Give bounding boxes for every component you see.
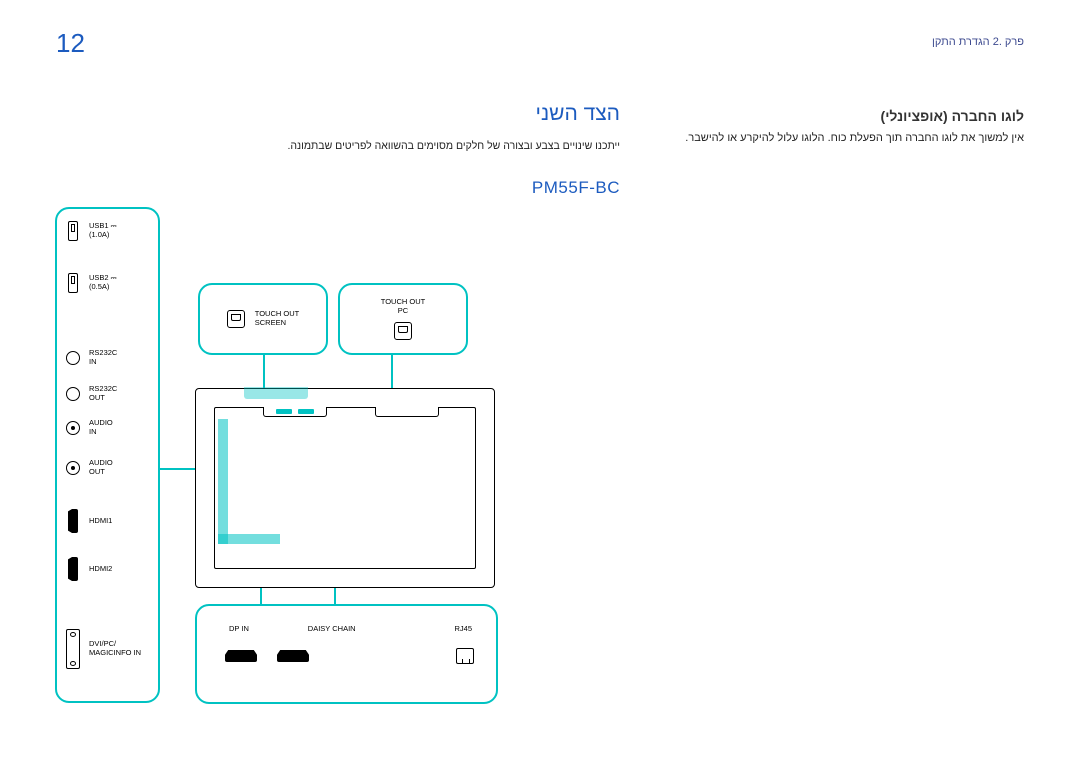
port-label: DVI/PC/ MAGICINFO IN	[89, 640, 141, 657]
port-label: USB2 ⎓ (0.5A)	[89, 274, 117, 291]
rj45-label: RJ45	[454, 624, 472, 633]
port-label: USB1 ⎓ (1.0A)	[89, 222, 117, 239]
leader-line	[263, 355, 265, 389]
port-label: RS232C IN	[89, 349, 117, 366]
highlight-region	[218, 534, 280, 544]
page-number: 12	[56, 28, 85, 59]
port-audio-in: AUDIO IN	[57, 419, 158, 436]
bottom-port-box: DP IN DAISY CHAIN RJ45	[195, 604, 498, 704]
port-usb2: USB2 ⎓ (0.5A)	[57, 273, 158, 293]
port-rs232c-out: RS232C OUT	[57, 385, 158, 402]
hdmi-icon	[68, 557, 78, 581]
port-audio-out: AUDIO OUT	[57, 459, 158, 476]
port-dvi: DVI/PC/ MAGICINFO IN	[57, 629, 158, 669]
touch-out-pc-box: TOUCH OUT PC	[338, 283, 468, 355]
jack-icon	[66, 461, 80, 475]
port-label: HDMI2	[89, 565, 112, 574]
reverse-side-title: הצד השני	[536, 102, 621, 126]
jack-icon	[66, 387, 80, 401]
monitor-top-slot	[375, 407, 439, 417]
highlight-region	[244, 387, 308, 399]
port-label: HDMI1	[89, 517, 112, 526]
port-hdmi1: HDMI1	[57, 509, 158, 533]
jack-icon	[66, 351, 80, 365]
port-hdmi2: HDMI2	[57, 557, 158, 581]
port-rs232c-in: RS232C IN	[57, 349, 158, 366]
usb-icon	[68, 221, 78, 241]
hdmi-icon	[68, 509, 78, 533]
highlight-region	[218, 419, 228, 544]
usb-b-icon	[227, 310, 245, 328]
touch-out-screen-label: TOUCH OUT SCREEN	[255, 310, 299, 327]
port-panel-vertical: USB1 ⎓ (1.0A) USB2 ⎓ (0.5A) RS232C IN RS…	[55, 207, 160, 703]
logo-section-title: לוגו החברה (אופציונלי)	[881, 108, 1024, 124]
daisy-chain-label: DAISY CHAIN	[308, 624, 356, 633]
logo-section-desc: אין למשוך את לוגו החברה תוך הפעלת כוח. ה…	[685, 132, 1024, 144]
port-usb1: USB1 ⎓ (1.0A)	[57, 221, 158, 241]
dvi-icon	[66, 629, 80, 669]
leader-line	[391, 355, 393, 389]
reverse-side-desc: ייתכנו שינויים בצבע ובצורה של חלקים מסוי…	[287, 140, 620, 152]
monitor-inner-frame	[214, 407, 476, 569]
monitor-top-ports	[263, 407, 327, 417]
jack-icon	[66, 421, 80, 435]
touch-out-screen-box: TOUCH OUT SCREEN	[198, 283, 328, 355]
usb-icon	[68, 273, 78, 293]
port-label: AUDIO IN	[89, 419, 113, 436]
model-number: PM55F-BC	[532, 178, 620, 198]
rj45-icon	[456, 648, 474, 664]
dp-icon	[277, 650, 309, 662]
dp-in-label: DP IN	[229, 624, 249, 633]
monitor-rear-diagram	[195, 388, 495, 588]
port-label: AUDIO OUT	[89, 459, 113, 476]
chapter-label: פרק .2 הגדרת התקן	[932, 36, 1024, 48]
usb-b-icon	[394, 322, 412, 340]
port-label: RS232C OUT	[89, 385, 117, 402]
dp-icon	[225, 650, 257, 662]
touch-out-pc-label: TOUCH OUT PC	[381, 298, 425, 315]
